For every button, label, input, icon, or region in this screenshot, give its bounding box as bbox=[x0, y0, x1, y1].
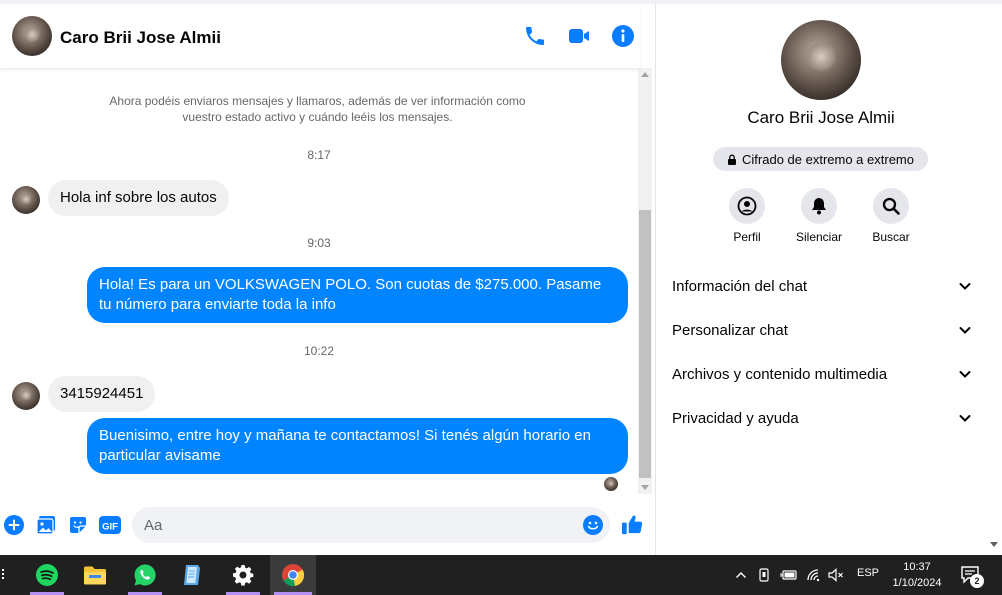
section-chat-info[interactable]: Información del chat bbox=[672, 270, 972, 302]
gif-icon-label: GIF bbox=[102, 522, 118, 533]
timestamp: 9:03 bbox=[307, 236, 331, 250]
panel-contact-avatar[interactable] bbox=[781, 20, 861, 100]
phone-call-icon[interactable] bbox=[523, 24, 547, 48]
device-icon[interactable] bbox=[757, 567, 771, 583]
chevron-down-icon bbox=[959, 415, 971, 422]
profile-button[interactable]: Perfil bbox=[717, 188, 777, 244]
mute-button-circle[interactable] bbox=[801, 188, 837, 224]
encryption-badge-label: Cifrado de extremo a extremo bbox=[742, 151, 914, 167]
message-composer: GIF bbox=[0, 505, 656, 545]
gif-icon[interactable]: GIF bbox=[99, 515, 121, 535]
mute-button[interactable]: Silenciar bbox=[789, 188, 849, 244]
section-privacy-help[interactable]: Privacidad y ayuda bbox=[672, 402, 972, 434]
section-customize-chat[interactable]: Personalizar chat bbox=[672, 314, 972, 346]
clock[interactable]: 10:37 1/10/2024 bbox=[888, 559, 946, 591]
message-outgoing[interactable]: Hola! Es para un VOLKSWAGEN POLO. Son cu… bbox=[87, 267, 628, 323]
search-label: Buscar bbox=[872, 230, 910, 244]
clock-time: 10:37 bbox=[903, 561, 931, 573]
page-scroll-down-arrow[interactable] bbox=[990, 542, 998, 547]
taskbar-app-file-explorer[interactable] bbox=[74, 555, 116, 595]
messenger-window: Caro Brii Jose Almii Ahora podéis enviar… bbox=[0, 0, 1002, 555]
taskbar-edge-marker bbox=[2, 569, 4, 581]
settings-icon bbox=[233, 565, 254, 586]
chrome-icon bbox=[282, 564, 305, 587]
system-note: Ahora podéis enviaros mensajes y llamaro… bbox=[109, 94, 526, 124]
message-incoming[interactable]: 3415924451 bbox=[48, 376, 156, 412]
taskbar: ESP 10:37 1/10/2024 2 bbox=[0, 555, 1002, 595]
timestamp: 10:22 bbox=[303, 344, 335, 358]
chevron-down-icon bbox=[959, 371, 971, 378]
video-call-icon[interactable] bbox=[567, 24, 591, 48]
section-media-files[interactable]: Archivos y contenido multimedia bbox=[672, 358, 972, 390]
sticker-icon[interactable] bbox=[68, 515, 88, 535]
message-scrollbar[interactable] bbox=[638, 68, 652, 494]
chat-header: Caro Brii Jose Almii bbox=[0, 4, 640, 68]
chevron-up-icon[interactable] bbox=[735, 570, 747, 580]
scroll-down-arrow[interactable] bbox=[641, 485, 649, 490]
encryption-badge[interactable]: Cifrado de extremo a extremo bbox=[713, 147, 928, 171]
search-button[interactable]: Buscar bbox=[861, 188, 921, 244]
plus-icon[interactable] bbox=[4, 515, 24, 535]
bell-icon bbox=[812, 198, 826, 215]
spotify-icon bbox=[36, 564, 58, 586]
taskbar-app-chrome[interactable] bbox=[270, 555, 316, 595]
file-explorer-icon bbox=[84, 566, 106, 585]
message-list[interactable]: Ahora podéis enviaros mensajes y llamaro… bbox=[0, 68, 638, 494]
emoji-icon[interactable] bbox=[583, 515, 603, 535]
message-input[interactable] bbox=[132, 507, 610, 543]
info-icon[interactable] bbox=[611, 24, 635, 48]
lock-icon bbox=[728, 154, 737, 165]
message-outgoing[interactable]: Buenisimo, entre hoy y mañana te contact… bbox=[87, 418, 628, 474]
clock-date: 1/10/2024 bbox=[892, 577, 942, 589]
scroll-up-arrow[interactable] bbox=[641, 72, 649, 77]
section-label: Archivos y contenido multimedia bbox=[672, 365, 888, 383]
wifi-icon[interactable] bbox=[806, 568, 822, 582]
notification-count-badge: 2 bbox=[970, 574, 984, 588]
window-top-edge bbox=[0, 0, 1002, 4]
seen-receipt-avatar bbox=[604, 477, 618, 491]
language-indicator[interactable]: ESP bbox=[857, 567, 879, 579]
taskbar-app-spotify[interactable] bbox=[26, 555, 68, 595]
contact-name[interactable]: Caro Brii Jose Almii bbox=[60, 28, 221, 48]
chevron-down-icon bbox=[959, 283, 971, 290]
volume-muted-icon[interactable] bbox=[828, 568, 844, 582]
profile-button-circle[interactable] bbox=[729, 188, 765, 224]
chevron-down-icon bbox=[959, 327, 971, 334]
contact-avatar[interactable] bbox=[12, 16, 52, 56]
section-label: Información del chat bbox=[672, 277, 808, 295]
like-icon[interactable] bbox=[621, 513, 644, 536]
page-scrollbar[interactable] bbox=[986, 0, 1002, 555]
taskbar-app-whatsapp[interactable] bbox=[124, 555, 166, 595]
sender-avatar[interactable] bbox=[12, 186, 40, 214]
panel-contact-name: Caro Brii Jose Almii bbox=[747, 108, 895, 127]
chat-info-panel: Caro Brii Jose Almii Cifrado de extremo … bbox=[656, 0, 986, 555]
image-icon[interactable] bbox=[36, 515, 56, 535]
search-icon bbox=[882, 197, 900, 215]
timestamp: 8:17 bbox=[307, 148, 331, 162]
profile-icon bbox=[737, 196, 757, 216]
battery-icon[interactable] bbox=[780, 568, 798, 582]
notes-icon bbox=[184, 565, 200, 585]
profile-label: Perfil bbox=[733, 230, 761, 244]
chat-column: Caro Brii Jose Almii Ahora podéis enviar… bbox=[0, 0, 656, 555]
message-incoming[interactable]: Hola inf sobre los autos bbox=[48, 180, 229, 216]
section-label: Personalizar chat bbox=[672, 321, 788, 339]
taskbar-app-settings[interactable] bbox=[222, 555, 264, 595]
search-button-circle[interactable] bbox=[873, 188, 909, 224]
scrollbar-thumb[interactable] bbox=[639, 210, 651, 478]
mute-label: Silenciar bbox=[795, 230, 843, 244]
whatsapp-icon bbox=[134, 564, 156, 586]
section-label: Privacidad y ayuda bbox=[672, 409, 799, 427]
sender-avatar[interactable] bbox=[12, 382, 40, 410]
taskbar-app-notes[interactable] bbox=[172, 555, 214, 595]
